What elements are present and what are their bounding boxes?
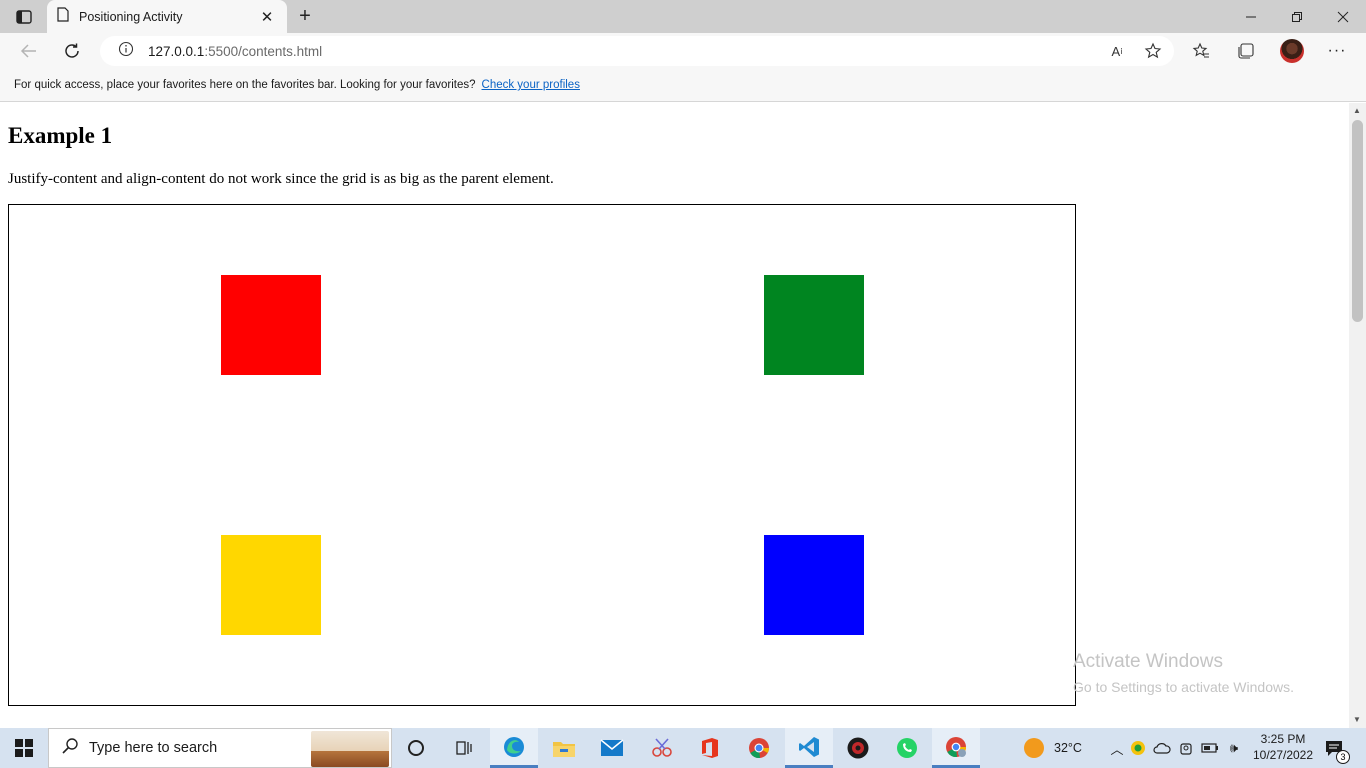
watermark-title: Activate Windows [1073, 651, 1223, 672]
restore-icon[interactable] [1274, 0, 1320, 33]
scroll-up-icon[interactable]: ▲ [1353, 106, 1361, 115]
volume-icon[interactable]: 🕪 [1222, 737, 1246, 759]
more-options-icon[interactable]: ··· [1326, 37, 1348, 65]
tab-bar: Positioning Activity ✕ + [0, 0, 1366, 33]
battery-icon[interactable] [1198, 737, 1222, 759]
page-heading: Example 1 [8, 123, 113, 148]
favorites-bar: For quick access, place your favorites h… [0, 69, 1366, 102]
info-icon[interactable] [118, 41, 134, 62]
taskbar-search-box[interactable]: Type here to search [48, 728, 392, 768]
meet-now-icon[interactable] [1174, 737, 1198, 759]
favorites-icon[interactable] [1190, 37, 1212, 65]
weather-sun-icon [1024, 738, 1044, 758]
vertical-scrollbar[interactable]: ▲ ▼ [1349, 103, 1366, 728]
search-placeholder: Type here to search [89, 740, 218, 756]
weather-temperature: 32°C [1054, 741, 1082, 755]
blue-square [764, 535, 864, 635]
page-description: Justify-content and align-content do not… [8, 171, 554, 187]
scroll-down-icon[interactable]: ▼ [1353, 715, 1361, 724]
search-highlight-image [311, 731, 389, 767]
red-square [221, 275, 321, 375]
notification-center-icon[interactable]: 3 [1320, 736, 1350, 764]
clock-time: 3:25 PM [1260, 732, 1306, 746]
whatsapp-icon[interactable] [883, 728, 931, 768]
tab-actions-icon[interactable] [8, 6, 40, 28]
notification-count: 3 [1336, 750, 1350, 764]
watermark-subtitle: Go to Settings to activate Windows. [1073, 679, 1294, 695]
close-window-icon[interactable] [1320, 0, 1366, 33]
windows-taskbar: Type here to search 32°C ︿ 🕪 3:25 PM 10/… [0, 728, 1366, 768]
office-icon[interactable] [686, 728, 734, 768]
activation-watermark: Activate Windows Go to Settings to activ… [1073, 651, 1294, 695]
check-profiles-link[interactable]: Check your profiles [482, 79, 580, 91]
vscode-icon[interactable] [785, 728, 833, 768]
clock-date: 10/27/2022 [1252, 748, 1314, 762]
tab-title: Positioning Activity [79, 9, 183, 24]
onedrive-icon[interactable] [1150, 737, 1174, 759]
edge-app-icon[interactable] [490, 728, 538, 768]
green-square [764, 275, 864, 375]
page-viewport: Example 1 Justify-content and align-cont… [0, 103, 1349, 728]
show-hidden-icons-icon[interactable]: ︿ [1108, 737, 1126, 759]
scroll-thumb[interactable] [1352, 120, 1363, 322]
window-controls [1228, 0, 1366, 33]
windows-start-icon[interactable] [0, 728, 48, 768]
close-tab-icon[interactable]: ✕ [257, 7, 277, 27]
new-tab-icon[interactable]: + [292, 4, 318, 28]
back-icon[interactable] [13, 37, 43, 65]
task-view-icon[interactable] [440, 728, 488, 768]
url-text: 127.0.0.1:5500/contents.html [148, 43, 323, 59]
address-bar[interactable]: 127.0.0.1:5500/contents.html Aⅰ [100, 36, 1174, 66]
add-favorite-icon[interactable] [1142, 40, 1164, 62]
favorites-bar-message: For quick access, place your favorites h… [14, 79, 476, 91]
grid-container [8, 204, 1076, 706]
search-icon [61, 737, 79, 760]
file-explorer-icon[interactable] [540, 728, 588, 768]
weather-widget[interactable]: 32°C [1024, 728, 1082, 768]
taskbar-clock[interactable]: 3:25 PM 10/27/2022 [1251, 731, 1315, 763]
profile-avatar[interactable] [1280, 37, 1304, 65]
collections-icon[interactable] [1235, 37, 1257, 65]
yellow-square [221, 535, 321, 635]
browser-toolbar: 127.0.0.1:5500/contents.html Aⅰ ··· [0, 33, 1366, 69]
cortana-icon[interactable] [392, 728, 440, 768]
page-icon [57, 6, 69, 27]
mail-icon[interactable] [588, 728, 636, 768]
snip-sketch-icon[interactable] [638, 728, 686, 768]
app-tray-icon[interactable] [1126, 737, 1150, 759]
read-aloud-icon[interactable]: Aⅰ [1106, 40, 1128, 62]
refresh-icon[interactable] [57, 37, 87, 65]
minimize-icon[interactable] [1228, 0, 1274, 33]
chrome-icon[interactable] [735, 728, 783, 768]
active-tab[interactable]: Positioning Activity ✕ [47, 0, 287, 33]
system-tray: ︿ 🕪 [1108, 728, 1246, 768]
game-app-icon[interactable] [834, 728, 882, 768]
chrome-profile-icon[interactable] [932, 728, 980, 768]
